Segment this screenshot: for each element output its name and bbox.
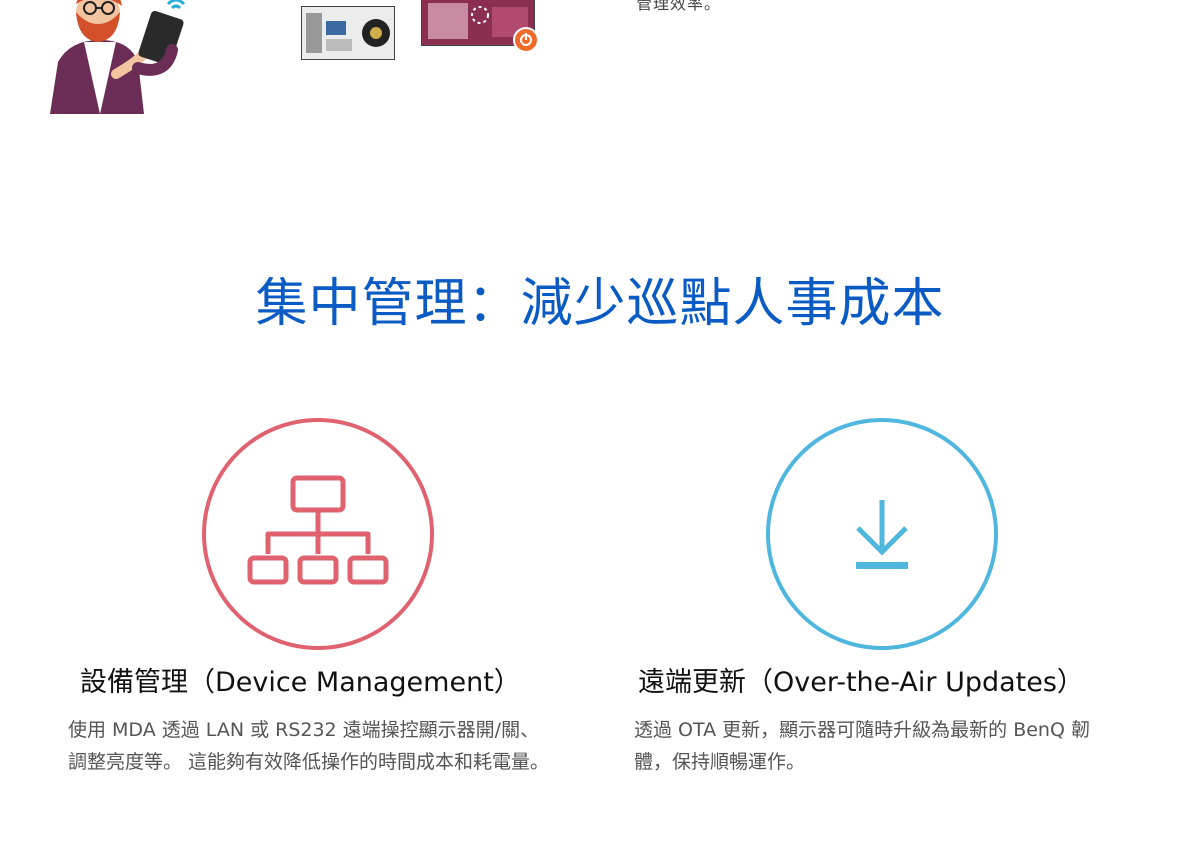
feature-title: 遠端更新（Over-the-Air Updates） [638, 667, 1084, 698]
previous-section-strip: 管理效率。 [0, 0, 1200, 120]
feature-description: 使用 MDA 透過 LAN 或 RS232 遠端操控顯示器開/關、調整亮度等。 … [68, 719, 550, 773]
previous-section-text: 管理效率。 [636, 0, 722, 13]
sitemap-icon [202, 418, 434, 650]
signage-photo-thumbnail [301, 6, 395, 60]
badge-icon [513, 27, 539, 53]
download-icon [766, 418, 998, 650]
feature-title: 設備管理（Device Management） [80, 667, 521, 698]
feature-description: 透過 OTA 更新，顯示器可隨時升級為最新的 BenQ 韌體，保持順暢運作。 [634, 719, 1090, 773]
section-title: 集中管理：減少巡點人事成本 [255, 274, 945, 334]
man-with-tablet-illustration [50, 0, 186, 114]
